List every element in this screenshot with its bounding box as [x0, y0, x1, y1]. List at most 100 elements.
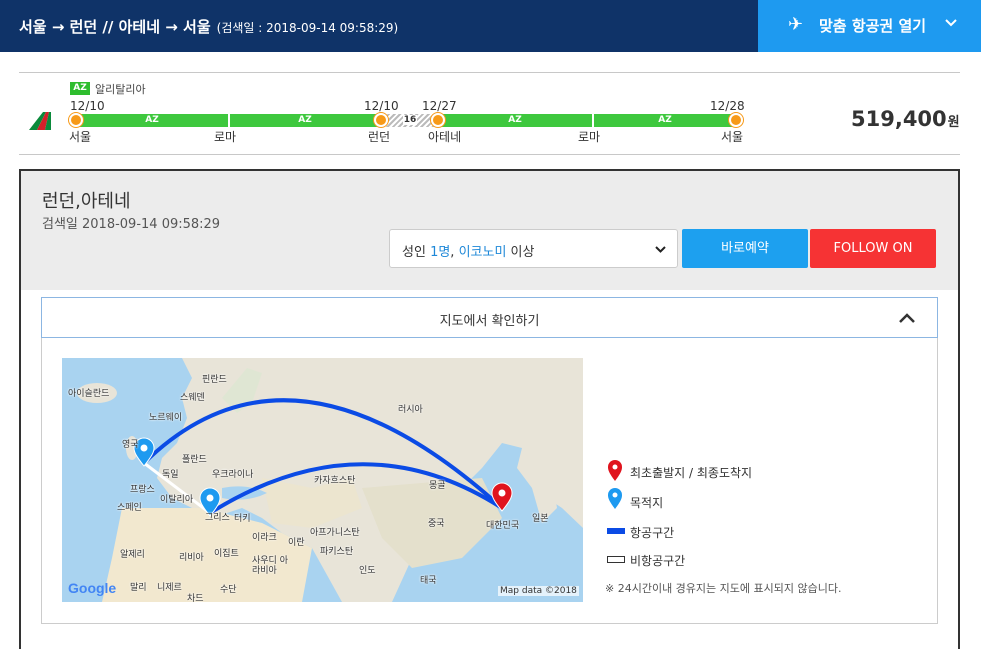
map-label: 수단: [220, 585, 237, 595]
destination-title: 런던,아테네: [42, 191, 131, 212]
map-label: 스페인: [117, 503, 142, 513]
stop-node: [374, 113, 388, 127]
red-pin-icon: [608, 460, 622, 481]
route-summary: 서울 → 런던 // 아테네 → 서울 (검색일 : 2018-09-14 09:…: [19, 16, 398, 37]
book-now-button[interactable]: 바로예약: [682, 229, 808, 268]
flight-segment: AZ: [230, 114, 380, 127]
detail-header: 런던,아테네 검색일 2018-09-14 09:58:29 성인 1명, 이코…: [21, 171, 958, 290]
open-custom-ticket-button[interactable]: ✈ 맞춤 항공권 열기: [758, 0, 981, 52]
map-attribution: Map data ©2018: [498, 586, 579, 596]
city-label: 서울: [721, 130, 744, 144]
route-map[interactable]: 아이슬란드 핀란드 스웨덴 노르웨이 영국 폴란드 독일 우크라이나 프랑스 이…: [62, 358, 583, 602]
stop-node: [69, 113, 83, 127]
legend-note: ※ 24시간이내 경유지는 지도에 표시되지 않습니다.: [605, 582, 842, 595]
currency: 원: [947, 115, 960, 130]
date-arrive-london: 12/10: [364, 99, 399, 113]
date-depart: 12/10: [70, 99, 105, 113]
date-arrive-seoul: 12/28: [710, 99, 745, 113]
flight-line-icon: [607, 528, 625, 534]
map-label: 영국: [122, 440, 139, 450]
map-label: 그리스: [205, 513, 230, 523]
airline-code-badge: AZ: [70, 82, 90, 95]
airplane-icon: ✈: [788, 14, 804, 35]
map-label: 대한민국: [486, 521, 520, 531]
map-label: 아프가니스탄: [310, 528, 360, 538]
map-label: 몽골: [429, 481, 446, 491]
city-label: 로마: [578, 130, 601, 144]
map-label: 독일: [162, 470, 179, 480]
map-label: 인도: [359, 566, 376, 576]
blue-pin-icon: [608, 488, 622, 509]
legend-origin-label: 최초출발지 / 최종도착지: [630, 466, 753, 480]
map-label: 중국: [428, 519, 445, 529]
pax-prefix: 성인: [402, 245, 431, 260]
divider: [19, 154, 960, 155]
legend-flight-label: 항공구간: [630, 526, 675, 540]
chevron-down-icon: [655, 246, 666, 253]
price: 519,400원: [851, 107, 960, 131]
map-label: 알제리: [120, 550, 145, 560]
detail-panel: 런던,아테네 검색일 2018-09-14 09:58:29 성인 1명, 이코…: [19, 169, 960, 649]
city-label: 로마: [214, 130, 237, 144]
passenger-cabin-value: 성인 1명, 이코노미 이상: [402, 241, 534, 260]
surface-line-icon: [607, 556, 625, 563]
flight-segment: AZ: [76, 114, 228, 127]
map-label: 프랑스: [130, 485, 155, 495]
map-label: 카자흐스탄: [314, 476, 356, 486]
follow-on-button[interactable]: FOLLOW ON: [810, 229, 936, 268]
map-label: 파키스탄: [320, 547, 354, 557]
layover-segment: 16: [382, 114, 438, 127]
pax-sep: ,: [450, 245, 459, 260]
google-logo: Google: [68, 580, 116, 596]
pax-count: 1명: [430, 245, 451, 260]
map-label: 이집트: [214, 549, 239, 559]
map-label: 사우디 아라비아: [252, 556, 288, 576]
google-logo-text: Google: [68, 580, 117, 596]
map-panel: 아이슬란드 핀란드 스웨덴 노르웨이 영국 폴란드 독일 우크라이나 프랑스 이…: [41, 338, 938, 624]
map-label: 이탈리아: [160, 495, 194, 505]
passenger-cabin-select[interactable]: 성인 1명, 이코노미 이상: [389, 229, 678, 268]
map-label: 일본: [532, 514, 549, 524]
chevron-up-icon: [899, 313, 915, 323]
stop-node: [431, 113, 445, 127]
top-bar: 서울 → 런던 // 아테네 → 서울 (검색일 : 2018-09-14 09:…: [0, 0, 981, 52]
map-toggle-label: 지도에서 확인하기: [439, 314, 540, 329]
chevron-down-icon: [945, 19, 957, 27]
map-label: 터키: [234, 514, 251, 524]
map-label: 이라크: [252, 533, 277, 543]
map-label: 차드: [187, 594, 204, 602]
price-value: 519,400: [851, 107, 947, 131]
map-label: 태국: [420, 576, 437, 586]
stop-node: [729, 113, 743, 127]
legend-surface-label: 비항공구간: [630, 554, 686, 568]
city-label: 아테네: [428, 130, 462, 144]
layover-days: 16: [402, 115, 418, 125]
flight-segment: AZ: [438, 114, 592, 127]
airline-name: 알리탈리아: [95, 83, 146, 96]
map-label: 스웨덴: [180, 393, 205, 403]
cabin-suffix: 이상: [506, 245, 535, 260]
divider: [19, 72, 960, 73]
open-custom-ticket-label: 맞춤 항공권 열기: [819, 17, 927, 35]
detail-search-date: 검색일 2018-09-14 09:58:29: [42, 217, 221, 232]
map-label: 러시아: [398, 405, 423, 415]
map-label: 리비아: [179, 553, 204, 563]
city-label: 런던: [368, 130, 391, 144]
map-label: 폴란드: [182, 455, 207, 465]
city-label: 서울: [69, 130, 92, 144]
flight-segment: AZ: [594, 114, 736, 127]
route-text: 서울 → 런던 // 아테네 → 서울: [19, 18, 211, 36]
alitalia-logo-icon: [29, 112, 51, 130]
legend-destination-label: 목적지: [630, 496, 664, 510]
map-label: 이란: [288, 538, 305, 548]
map-label: 핀란드: [202, 375, 227, 385]
map-label: 노르웨이: [149, 413, 183, 423]
cabin-class: 이코노미: [458, 245, 507, 260]
map-label: 우크라이나: [212, 470, 254, 480]
date-depart-athens: 12/27: [422, 99, 457, 113]
map-label: 아이슬란드: [68, 389, 110, 399]
map-toggle[interactable]: 지도에서 확인하기: [41, 297, 938, 338]
map-label: 말리: [130, 583, 147, 593]
map-label: 니제르: [157, 583, 182, 593]
search-date: (검색일 : 2018-09-14 09:58:29): [216, 21, 399, 35]
